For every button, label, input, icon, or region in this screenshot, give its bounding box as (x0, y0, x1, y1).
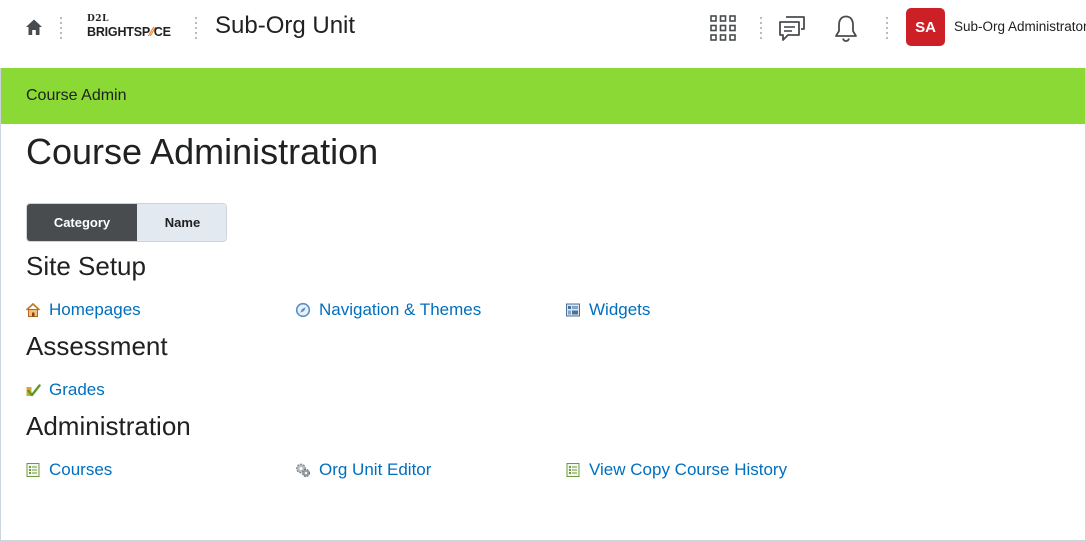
compass-icon (295, 302, 311, 318)
top-header: D2L BRIGHTSP⁄⁄CE Sub-Org Unit SA Sub-Org… (0, 0, 1086, 68)
tool-link-grades[interactable]: Grades (25, 379, 105, 401)
tool-label: Grades (49, 380, 105, 399)
list-icon (565, 462, 581, 478)
separator (195, 17, 198, 39)
tool-label: Homepages (49, 300, 141, 319)
tool-link-homepages[interactable]: Homepages (25, 299, 141, 321)
tool-label: Widgets (589, 300, 651, 319)
tool-label: Courses (49, 460, 113, 479)
toggle-name-button[interactable]: Name (137, 204, 226, 241)
list-icon (25, 462, 41, 478)
tool-link-view-copy-course-history[interactable]: View Copy Course History (565, 459, 787, 481)
tool-link-navigation-themes[interactable]: Navigation & Themes (295, 299, 481, 321)
tool-label: Org Unit Editor (319, 460, 432, 479)
section-heading-site-setup: Site Setup (26, 251, 146, 281)
separator (886, 17, 889, 39)
tool-link-courses[interactable]: Courses (25, 459, 112, 481)
waffle-icon[interactable] (708, 13, 738, 43)
gears-icon (295, 462, 311, 478)
tool-link-org-unit-editor[interactable]: Org Unit Editor (295, 459, 431, 481)
view-toggle: Category Name (26, 203, 227, 242)
brightspace-logo[interactable]: D2L BRIGHTSP⁄⁄CE (87, 14, 177, 42)
house-icon (25, 302, 41, 318)
tool-label: Navigation & Themes (319, 300, 482, 319)
nav-link-course-admin[interactable]: Course Admin (26, 87, 127, 105)
org-unit-title[interactable]: Sub-Org Unit (215, 12, 355, 40)
separator (60, 17, 63, 39)
widget-grid-icon (565, 302, 581, 318)
course-navbar: Course Admin (1, 68, 1085, 124)
tool-link-widgets[interactable]: Widgets (565, 299, 650, 321)
toggle-category-button[interactable]: Category (27, 204, 137, 241)
messages-icon[interactable] (777, 13, 807, 43)
home-icon[interactable] (22, 16, 46, 38)
user-name[interactable]: Sub-Org Administrator (954, 19, 1086, 34)
section-heading-assessment: Assessment (26, 331, 168, 361)
page-title: Course Administration (26, 131, 379, 172)
notifications-icon[interactable] (831, 13, 861, 43)
logo-d2l-text: D2L (87, 14, 109, 24)
tool-label: View Copy Course History (589, 460, 788, 479)
section-heading-administration: Administration (26, 411, 191, 441)
user-avatar[interactable]: SA (906, 8, 945, 46)
separator (760, 17, 763, 39)
logo-brightspace-text: BRIGHTSP⁄⁄CE (87, 25, 171, 39)
checkmark-grade-icon (25, 382, 41, 398)
